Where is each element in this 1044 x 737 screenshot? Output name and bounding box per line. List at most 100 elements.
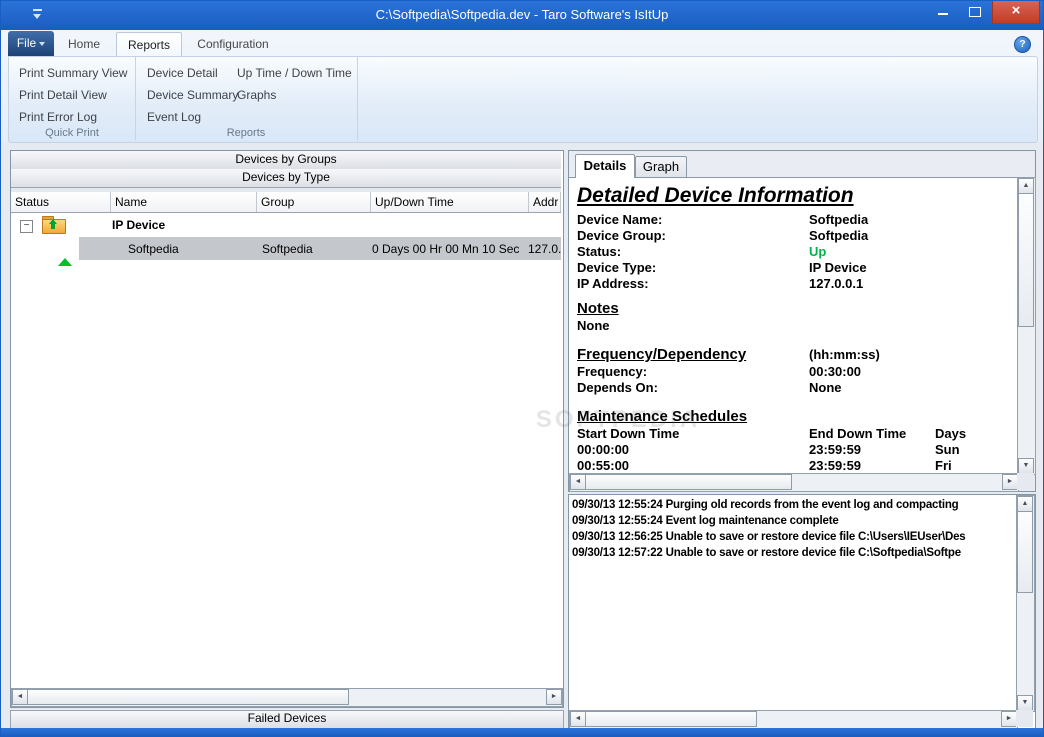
devices-by-groups-button[interactable]: Devices by Groups [11,151,561,170]
hscroll-thumb[interactable] [585,711,757,727]
menu-item-device-summary[interactable]: Device Summary [141,85,244,105]
column-header-updown-time[interactable]: Up/Down Time [371,192,529,212]
field-value-ip-address: 127.0.0.1 [809,276,864,291]
notes-heading: Notes [577,300,619,317]
tab-configuration[interactable]: Configuration [184,32,282,56]
scroll-left-icon[interactable]: ◄ [12,689,28,705]
device-row[interactable]: Softpedia Softpedia 0 Days 00 Hr 00 Mn 1… [11,237,561,266]
maximize-button[interactable] [960,0,990,23]
log-line: 09/30/13 12:55:24 Purging old records fr… [572,499,959,511]
depends-on-value: None [809,380,842,395]
maint-end: 23:59:59 [809,458,862,473]
status-up-icon [58,241,72,266]
ribbon-group-quick-print: Print Summary View Print Detail View Pri… [9,57,136,140]
app-icon[interactable] [30,8,46,22]
frequency-value: 00:30:00 [809,364,862,379]
failed-devices-button[interactable]: Failed Devices [10,710,564,729]
device-list-panel: Devices by Groups Devices by Type Status… [10,150,564,708]
vscroll-thumb[interactable] [1018,193,1034,327]
notes-value: None [577,318,610,333]
scroll-up-icon[interactable]: ▲ [1018,178,1034,194]
column-header-group[interactable]: Group [257,192,371,212]
scroll-down-icon[interactable]: ▼ [1018,458,1034,474]
log-line: 09/30/13 12:56:25 Unable to save or rest… [572,531,966,543]
menu-item-device-detail[interactable]: Device Detail [141,63,224,83]
maximize-icon [969,7,981,17]
file-menu-button[interactable]: File [8,31,54,56]
scroll-right-icon[interactable]: ► [1002,474,1018,490]
maintenance-heading: Maintenance Schedules [577,408,748,425]
tab-details[interactable]: Details [575,154,635,178]
help-icon[interactable]: ? [1014,36,1031,53]
status-badge: Up [809,244,827,259]
hscroll-thumb[interactable] [27,689,349,705]
maint-start: 00:00:00 [577,442,630,457]
ribbon-group-reports: Device Detail Device Summary Event Log U… [135,57,358,140]
scroll-up-icon[interactable]: ▲ [1017,496,1033,512]
scrollbar-corner [1016,710,1033,727]
device-table-header: Status Name Group Up/Down Time Addr [11,192,561,213]
details-vscrollbar[interactable]: ▲ ▼ [1017,177,1036,475]
menu-item-print-summary-view[interactable]: Print Summary View [13,63,133,83]
maint-days: Fri [935,458,952,473]
field-label-device-type: Device Type: [577,260,657,275]
menu-item-print-error-log[interactable]: Print Error Log [13,107,103,127]
up-arrow-head [58,241,72,266]
tab-reports[interactable]: Reports [116,32,182,57]
scroll-left-icon[interactable]: ◄ [570,711,586,727]
scroll-down-icon[interactable]: ▼ [1017,695,1033,711]
frequency-heading: Frequency/Dependency [577,346,747,363]
scroll-right-icon[interactable]: ► [546,689,562,705]
device-group-cell: Softpedia [262,242,313,256]
maint-end: 23:59:59 [809,442,862,457]
folder-arrow-stem [51,224,55,229]
menu-item-graphs[interactable]: Graphs [231,85,282,105]
maint-col-end: End Down Time [809,426,907,441]
vscroll-thumb[interactable] [1017,511,1033,593]
app-icon-triangle [33,14,41,19]
event-log-vscrollbar[interactable]: ▲ ▼ [1016,495,1035,712]
column-header-address[interactable]: Addr [529,192,561,212]
group-label-reports: Reports [226,127,266,139]
menu-item-event-log[interactable]: Event Log [141,107,207,127]
hscroll-thumb[interactable] [585,474,792,490]
maint-col-days: Days [935,426,967,441]
device-uptime-cell: 0 Days 00 Hr 00 Mn 10 Sec [372,242,520,256]
log-line: 09/30/13 12:55:24 Event log maintenance … [572,515,839,527]
details-hscrollbar[interactable]: ◄ ► [569,473,1019,492]
column-header-name[interactable]: Name [111,192,257,212]
chevron-down-icon [39,41,46,46]
column-header-status[interactable]: Status [11,192,111,212]
menu-item-print-detail-view[interactable]: Print Detail View [13,85,113,105]
field-label-status: Status: [577,244,622,259]
devices-by-type-button[interactable]: Devices by Type [11,169,561,188]
tree-collapse-icon[interactable]: − [20,220,33,233]
app-icon-bar [33,9,42,11]
close-button[interactable]: × [992,0,1040,23]
group-label-quick-print: Quick Print [45,127,99,139]
scroll-left-icon[interactable]: ◄ [570,474,586,490]
field-label-device-group: Device Group: [577,228,666,243]
minimize-button[interactable] [928,0,958,23]
menu-item-uptime-downtime[interactable]: Up Time / Down Time [231,63,358,83]
maint-col-start: Start Down Time [577,426,680,441]
tree-group-row[interactable]: − IP Device [11,213,561,237]
ribbon-panel: Print Summary View Print Detail View Pri… [8,56,1038,143]
maintenance-row: 00:00:00 23:59:59 Sun [577,442,1017,458]
field-value-device-type: IP Device [809,260,867,275]
device-list-hscrollbar[interactable]: ◄ ► [11,688,563,707]
event-log-lines: 09/30/13 12:55:24 Purging old records fr… [572,497,1015,710]
tab-graph[interactable]: Graph [635,156,687,178]
field-value-device-group: Softpedia [809,228,869,243]
folder-icon [42,216,66,234]
titlebar: C:\Softpedia\Softpedia.dev - Taro Softwa… [0,0,1044,30]
scrollbar-corner [1017,473,1034,490]
scroll-right-icon[interactable]: ► [1001,711,1017,727]
log-line: 09/30/13 12:57:22 Unable to save or rest… [572,547,961,559]
details-heading: Detailed Device Information [577,184,854,207]
maint-days: Sun [935,442,960,457]
event-log-hscrollbar[interactable]: ◄ ► [569,710,1018,729]
maint-start: 00:55:00 [577,458,630,473]
field-value-device-name: Softpedia [809,212,869,227]
tab-home[interactable]: Home [56,32,112,56]
